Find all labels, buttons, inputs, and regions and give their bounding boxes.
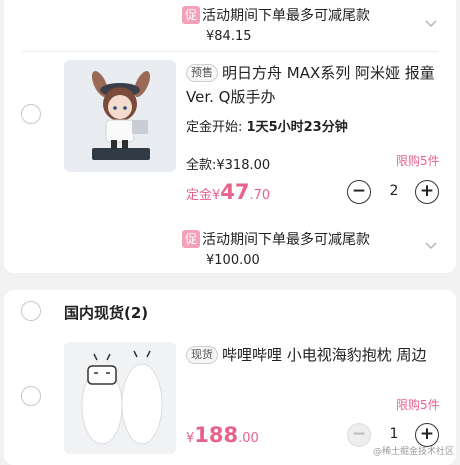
promo-amount: ¥84.15 xyxy=(206,28,252,44)
purchase-limit: 限购5件 xyxy=(396,398,440,412)
instock-group-card: 国内现货(2) 现货 哔哩哔哩 小电视海豹抱枕 周边 限购5件 ¥188.00 −… xyxy=(4,290,456,465)
item-select-radio[interactable] xyxy=(21,386,41,406)
deposit-start-label: 定金开始: xyxy=(186,120,243,135)
price-integer: 47 xyxy=(220,180,250,204)
deposit-label: 定金 xyxy=(186,188,213,203)
promo-row[interactable]: 促活动期间下单最多可减尾款 ¥100.00 xyxy=(182,228,370,268)
quantity-plus-button[interactable]: + xyxy=(415,180,439,204)
full-price: 全款:¥318.00 xyxy=(186,158,271,173)
figure-illustration xyxy=(64,60,176,172)
product-title[interactable]: 预售 明日方舟 MAX系列 阿米娅 报童Ver. Q版手办 xyxy=(186,61,448,109)
deposit-start-value: 1天5小时23分钟 xyxy=(246,120,348,135)
item-price: ¥188.00 xyxy=(186,423,259,447)
presale-group-card: 促活动期间下单最多可减尾款 ¥84.15 预售 明日方舟 MAX系列 阿米娅 报… xyxy=(4,0,456,273)
section-title: 国内现货(2) xyxy=(64,304,149,322)
deposit-price: 定金¥47.70 xyxy=(186,180,270,204)
quantity-minus-button[interactable]: − xyxy=(347,180,371,204)
product-title-text: 明日方舟 MAX系列 阿米娅 报童Ver. Q版手办 xyxy=(186,64,435,106)
price-decimal: .70 xyxy=(249,188,271,203)
promo-text: 活动期间下单最多可减尾款 xyxy=(202,231,370,248)
product-image-figure[interactable] xyxy=(64,60,176,172)
watermark: @稀土掘金技术社区 xyxy=(372,447,454,457)
presale-badge: 预售 xyxy=(186,64,218,82)
deposit-start-countdown: 定金开始: 1天5小时23分钟 xyxy=(186,116,348,135)
quantity-value[interactable]: 2 xyxy=(380,183,408,199)
section-select-radio[interactable] xyxy=(21,301,41,321)
product-image-pillow[interactable] xyxy=(64,342,176,454)
chevron-down-icon[interactable] xyxy=(424,18,438,28)
quantity-minus-button[interactable]: − xyxy=(347,423,371,447)
pillow-illustration xyxy=(64,342,176,454)
quantity-value[interactable]: 1 xyxy=(380,426,408,442)
product-title-text: 哔哩哔哩 小电视海豹抱枕 周边 xyxy=(222,346,427,364)
item-select-radio[interactable] xyxy=(21,104,41,124)
promo-amount: ¥100.00 xyxy=(206,252,260,268)
chevron-down-icon[interactable] xyxy=(424,240,438,250)
product-title[interactable]: 现货 哔哩哔哩 小电视海豹抱枕 周边 xyxy=(186,343,448,367)
promo-text: 活动期间下单最多可减尾款 xyxy=(202,7,370,24)
promo-tag: 促 xyxy=(182,229,200,248)
promo-row-prev[interactable]: 促活动期间下单最多可减尾款 ¥84.15 xyxy=(182,4,370,44)
divider xyxy=(22,51,438,52)
promo-tag: 促 xyxy=(182,5,200,24)
purchase-limit: 限购5件 xyxy=(396,154,440,168)
price-integer: 188 xyxy=(194,423,239,447)
instock-badge: 现货 xyxy=(186,346,218,364)
price-decimal: .00 xyxy=(238,431,259,446)
